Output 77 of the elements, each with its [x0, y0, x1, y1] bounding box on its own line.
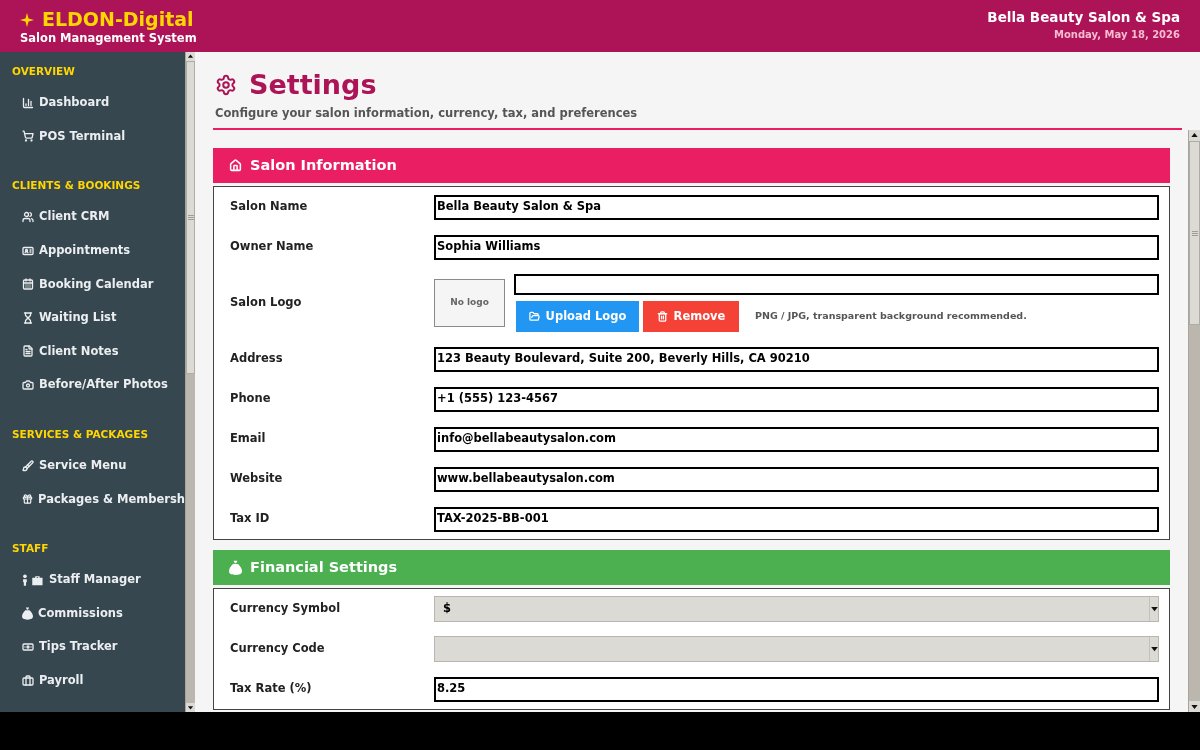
business-name: Bella Beauty Salon & Spa	[987, 9, 1180, 26]
brush-icon	[22, 459, 34, 472]
sparkle-icon	[20, 12, 34, 27]
trash-icon	[656, 311, 668, 322]
folder-icon	[528, 311, 540, 322]
field-label: Tax Rate (%)	[230, 680, 313, 698]
field-label: Email	[230, 430, 267, 448]
brand-tagline: Salon Management System	[20, 31, 197, 46]
field-label: Salon Logo	[230, 294, 303, 312]
section-title: Salon Information	[250, 155, 397, 175]
sidebar-heading: STAFF	[11, 540, 50, 556]
sidebar-item[interactable]: POS Terminal	[0, 119, 185, 154]
sidebar-item[interactable]: Payroll	[0, 663, 185, 698]
scroll-up-arrow-icon[interactable]	[186, 52, 195, 61]
hint-text: PNG / JPG, transparent background recommended.	[755, 309, 1027, 324]
sidebar-item[interactable]: Service Menu	[0, 448, 185, 483]
sidebar-item[interactable]: Tips Tracker	[0, 630, 185, 664]
sidebar-item[interactable]: Booking Calendar	[0, 267, 185, 301]
sidebar-heading: CLIENTS & BOOKINGS	[11, 178, 142, 194]
settings-icon	[215, 74, 237, 96]
text-field[interactable]: Bella Beauty Salon & Spa	[434, 194, 1159, 220]
field-label: Tax ID	[230, 510, 271, 528]
person-briefcase-icon	[22, 573, 44, 586]
sidebar-heading: SERVICES & PACKAGES	[11, 426, 149, 442]
file-field[interactable]	[514, 274, 1159, 295]
hourglass-icon	[22, 311, 34, 324]
logo-preview-field[interactable]: No logo	[434, 279, 505, 327]
field-label: Salon Name	[230, 198, 309, 216]
document-icon	[22, 345, 34, 358]
field-label: Address	[230, 350, 284, 368]
sidebar-item[interactable]: Before/After Photos	[0, 368, 185, 402]
card-icon	[22, 244, 34, 257]
text-field[interactable]: Sophia Williams	[434, 234, 1159, 260]
sidebar-item[interactable]: Dashboard	[0, 86, 185, 120]
page-subtitle: Configure your salon information, currency, tax, and preferences	[214, 105, 639, 121]
brand-name: ELDON-Digital	[42, 8, 194, 31]
briefcase-icon	[22, 674, 34, 687]
people-icon	[22, 211, 34, 223]
cart-icon	[22, 130, 34, 143]
banknote-icon	[22, 640, 34, 653]
money-bag-icon	[22, 606, 33, 620]
section-title: Financial Settings	[250, 557, 398, 577]
text-field[interactable]: 8.25	[434, 676, 1159, 702]
sidebar-item[interactable]: Packages & Membersh	[0, 482, 185, 516]
sidebar-item[interactable]: Appointments	[0, 233, 185, 268]
sidebar-item[interactable]: Staff Manager	[0, 562, 185, 597]
money-bag-icon	[229, 559, 242, 576]
house-icon	[229, 159, 242, 172]
caret-icon	[1150, 646, 1158, 652]
field-label: Website	[230, 470, 284, 488]
gift-icon	[22, 493, 33, 506]
page-title: Settings	[249, 69, 377, 101]
sidebar-heading: OVERVIEW	[11, 64, 76, 79]
caret-icon	[1150, 606, 1158, 612]
text-field[interactable]: www.bellabeautysalon.com	[434, 466, 1159, 492]
scrollbar-thumb[interactable]	[1189, 141, 1200, 325]
text-field[interactable]: info@bellabeautysalon.com	[434, 426, 1159, 452]
sidebar-item[interactable]: Client Notes	[0, 334, 185, 369]
camera-icon	[22, 378, 34, 391]
sidebar-item[interactable]: Client CRM	[0, 200, 185, 234]
sidebar-item[interactable]: Commissions	[0, 596, 185, 631]
field-label: Phone	[230, 390, 272, 408]
scrollbar-thumb[interactable]	[186, 61, 195, 374]
sidebar-item[interactable]: Waiting List	[0, 300, 185, 335]
text-field[interactable]: +1 (555) 123-4567	[434, 386, 1159, 412]
bar-chart-icon	[22, 96, 34, 109]
calendar-icon	[22, 278, 34, 291]
scroll-down-arrow-icon[interactable]	[186, 703, 195, 712]
field-label: Owner Name	[230, 238, 315, 256]
remove-button[interactable]: Remove	[643, 301, 739, 332]
text-field[interactable]: TAX-2025-BB-001	[434, 506, 1159, 532]
select-field[interactable]	[434, 636, 1159, 662]
current-date: Monday, May 18, 2026	[1054, 28, 1180, 41]
text-field[interactable]: 123 Beauty Boulevard, Suite 200, Beverly Hills, CA 90210	[434, 346, 1159, 372]
select-field[interactable]: $	[434, 596, 1159, 622]
field-label: Currency Code	[230, 640, 326, 658]
field-label: Currency Symbol	[230, 600, 342, 618]
